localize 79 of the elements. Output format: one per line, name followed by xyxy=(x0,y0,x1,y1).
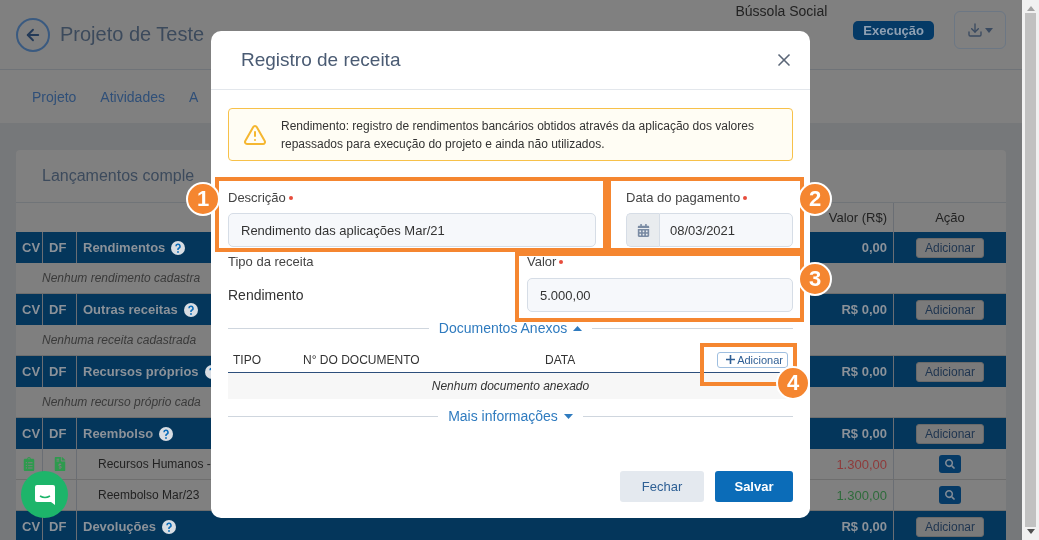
table-cell: DF xyxy=(49,426,67,441)
group-total: 0,00 xyxy=(861,240,887,255)
empty-message: Nenhum rendimento cadastra xyxy=(41,271,201,285)
alert-text: Rendimento: registro de rendimentos bancários obtidos através da aplicação dos valores repassados para execução do projeto e ainda não utilizados. xyxy=(281,117,755,153)
group-name: Reembolso xyxy=(83,426,154,441)
table-cell: DF xyxy=(49,364,67,379)
add-button[interactable]: Adicionar xyxy=(916,361,984,382)
column-header: DATA xyxy=(545,352,577,367)
item-name: Reembolso Mar/23 xyxy=(97,488,200,502)
revenue-type-value: Rendimento xyxy=(228,286,305,305)
empty-message: Nenhuma receita cadastrada xyxy=(41,333,197,347)
help-icon xyxy=(159,426,174,441)
card-title: Lançamentos comple xyxy=(42,167,195,185)
group-name: Outras receitas xyxy=(83,302,178,317)
organization-name: Bússola Social xyxy=(735,3,828,19)
plus-icon xyxy=(726,355,736,364)
empty-message: Nenhum recurso próprio cada xyxy=(41,395,201,409)
documents-toggle[interactable]: Documentos Anexos xyxy=(438,320,583,336)
more-info-toggle[interactable]: Mais informações xyxy=(448,408,573,424)
search-button[interactable] xyxy=(939,455,961,473)
column-header: N° DO DOCUMENTO xyxy=(303,352,421,367)
search-icon xyxy=(945,459,955,469)
warning-icon xyxy=(243,122,267,147)
empty-message: Nenhum documento anexado xyxy=(431,379,590,393)
scrollbar[interactable] xyxy=(1022,0,1039,540)
help-icon xyxy=(171,240,186,255)
back-button[interactable] xyxy=(16,17,50,52)
group-name: Devoluções xyxy=(83,519,156,534)
add-button[interactable]: Adicionar xyxy=(916,299,984,320)
table-cell: CV xyxy=(22,364,41,379)
scroll-up-icon[interactable] xyxy=(1026,6,1035,11)
add-button[interactable]: Adicionar xyxy=(916,237,984,258)
calendar-addon[interactable] xyxy=(626,213,659,247)
table-cell: CV xyxy=(22,302,41,317)
scroll-down-icon[interactable] xyxy=(1026,529,1035,534)
group-total: R$ 0,00 xyxy=(841,302,887,317)
amount-field[interactable]: 5.000,00 xyxy=(527,278,793,312)
add-document-button[interactable]: Adicionar xyxy=(717,351,788,368)
item-name: Recursos Humanos - xyxy=(97,457,211,471)
calendar-icon xyxy=(636,223,650,237)
table-cell: CV xyxy=(22,426,41,441)
step-number: 4 xyxy=(776,366,810,400)
close-dialog-button[interactable]: Fechar xyxy=(620,471,704,502)
field-label: Valor xyxy=(527,253,557,271)
table-cell: CV xyxy=(22,519,41,534)
download-icon xyxy=(967,22,983,38)
group-name: Recursos próprios xyxy=(83,364,199,379)
project-title: Projeto de Teste xyxy=(60,23,205,46)
add-button[interactable]: Adicionar xyxy=(916,423,984,444)
download-button[interactable] xyxy=(954,11,1006,49)
group-total: R$ 0,00 xyxy=(841,426,887,441)
table-cell: CV xyxy=(22,240,41,255)
add-button[interactable]: Adicionar xyxy=(916,516,984,537)
group-total: R$ 0,00 xyxy=(841,519,887,534)
table-cell: DF xyxy=(49,302,67,317)
date-field[interactable]: 08/03/2021 xyxy=(659,213,793,247)
item-amount: 1.300,00 xyxy=(836,456,887,472)
search-button[interactable] xyxy=(939,486,961,504)
table-cell: DF xyxy=(49,519,67,534)
column-header: Ação xyxy=(935,210,965,225)
field-label: Data do pagamento xyxy=(626,189,741,207)
field-label: Tipo da receita xyxy=(228,253,314,271)
item-amount: 1.300,00 xyxy=(836,487,887,503)
column-header: TIPO xyxy=(233,352,262,367)
invoice-icon xyxy=(52,457,67,471)
chat-bubble-icon xyxy=(33,483,56,506)
table-cell: DF xyxy=(49,240,67,255)
help-icon xyxy=(183,302,198,317)
modal-title: Registro de receita xyxy=(241,49,402,71)
search-icon xyxy=(945,490,955,500)
field-label: Descrição xyxy=(228,189,286,207)
group-total: R$ 0,00 xyxy=(841,364,887,379)
caret-down-icon xyxy=(985,27,993,33)
help-icon xyxy=(162,519,176,534)
save-button[interactable]: Salvar xyxy=(715,471,793,502)
status-badge: Execução xyxy=(853,20,934,40)
description-field[interactable]: Rendimento das aplicações Mar/21 xyxy=(228,213,596,247)
list-icon xyxy=(22,457,36,471)
group-name: Rendimentos xyxy=(83,240,166,255)
